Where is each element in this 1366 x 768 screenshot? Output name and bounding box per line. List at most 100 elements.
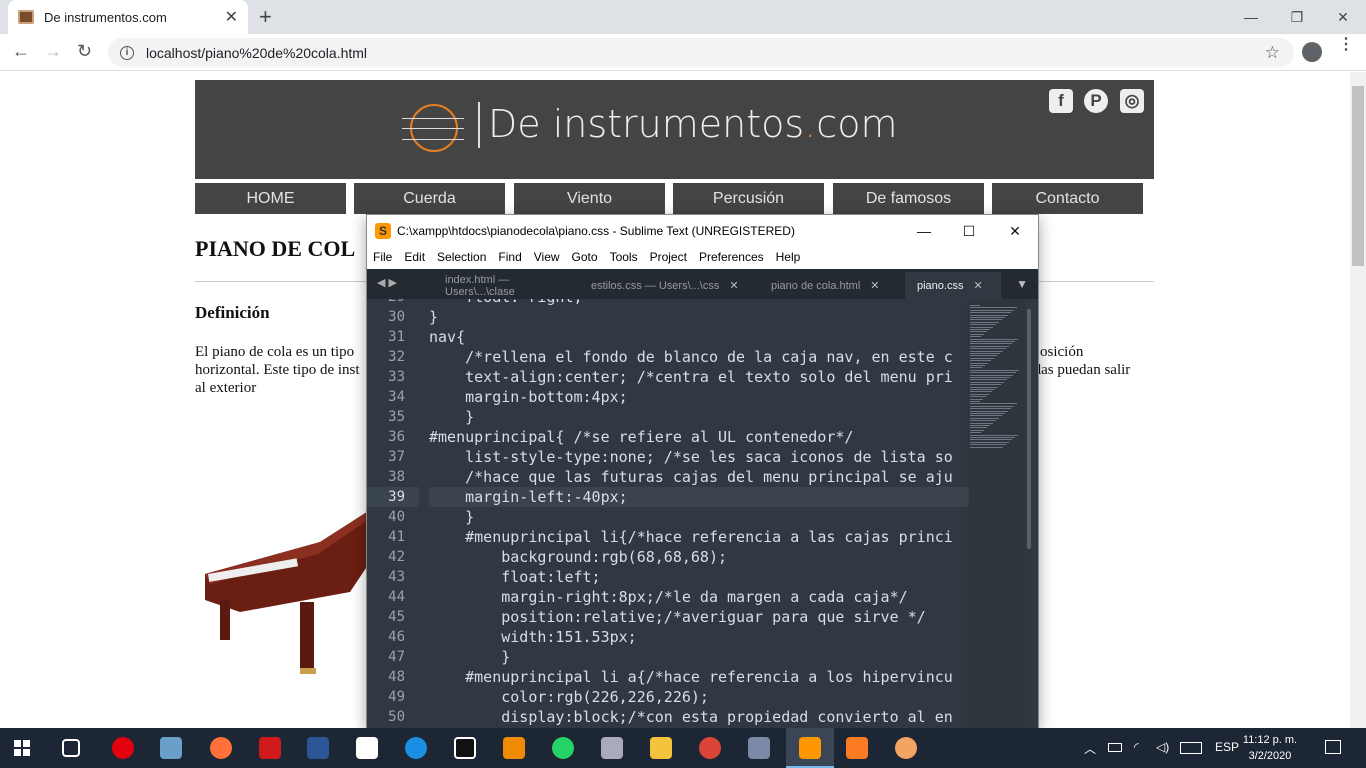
code-line[interactable]: float:left; xyxy=(429,567,969,587)
back-button[interactable]: ← xyxy=(12,41,30,62)
tab-nav-arrows-icon[interactable]: ◀ ▶ xyxy=(377,276,397,289)
forward-button[interactable]: → xyxy=(44,41,62,62)
nav-home[interactable]: HOME xyxy=(195,183,346,214)
tab-dropdown-icon[interactable]: ▼ xyxy=(1016,277,1028,291)
editor-tab-index-html[interactable]: index.html — Users\...\clase xyxy=(433,272,578,299)
code-line[interactable]: display:block;/*con esta propiedad convi… xyxy=(429,707,969,727)
sublime-titlebar[interactable]: S C:\xampp\htdocs\pianodecola\piano.css … xyxy=(367,215,1038,247)
code-line[interactable]: color:rgb(226,226,226); xyxy=(429,687,969,707)
profile-avatar-icon[interactable] xyxy=(1302,42,1322,62)
bwp-app-icon[interactable] xyxy=(748,737,770,759)
chrome-icon[interactable] xyxy=(699,737,721,759)
keyboard-icon[interactable] xyxy=(1180,742,1202,754)
code-line[interactable]: #menuprincipal li{/*hace referencia a la… xyxy=(429,527,969,547)
code-line[interactable]: } xyxy=(429,407,969,427)
address-bar[interactable]: i localhost/piano%20de%20cola.html ☆ xyxy=(108,38,1294,67)
nav-viento[interactable]: Viento xyxy=(514,183,665,214)
nav-cuerda[interactable]: Cuerda xyxy=(354,183,505,214)
code-line[interactable]: /*hace que las futuras cajas del menu pr… xyxy=(429,467,969,487)
tray-expand-icon[interactable]: ︿ xyxy=(1084,740,1096,757)
language-indicator[interactable]: ESP xyxy=(1215,740,1239,754)
code-line[interactable]: background:rgb(68,68,68); xyxy=(429,547,969,567)
sublime-maximize-button[interactable]: ☐ xyxy=(946,215,992,247)
editor-tab-piano-css[interactable]: piano.css ✕ xyxy=(905,272,1001,299)
page-scrollbar-thumb[interactable] xyxy=(1352,86,1364,266)
nav-percusion[interactable]: Percusión xyxy=(673,183,824,214)
code-line[interactable]: list-style-type:none; /*se les saca icon… xyxy=(429,447,969,467)
menu-edit[interactable]: Edit xyxy=(404,250,425,264)
menu-project[interactable]: Project xyxy=(650,250,687,264)
menu-tools[interactable]: Tools xyxy=(610,250,638,264)
menu-file[interactable]: File xyxy=(373,250,392,264)
battery-icon[interactable] xyxy=(1108,743,1122,752)
code-line[interactable]: nav{ xyxy=(429,327,969,347)
code-editor[interactable]: 29 30 31 32 33 34 35 36 37 38 39 40 41 42 43 44 45 46 47 48… xyxy=(367,299,1038,729)
window-close-button[interactable]: ✕ xyxy=(1320,0,1366,34)
bookmark-star-icon[interactable]: ☆ xyxy=(1265,43,1280,63)
volume-icon[interactable]: ◁) xyxy=(1156,740,1169,754)
nav-contacto[interactable]: Contacto xyxy=(992,183,1143,214)
tab-close-icon[interactable]: ✕ xyxy=(225,7,238,27)
paint-icon[interactable] xyxy=(160,737,182,759)
window-minimize-button[interactable]: — xyxy=(1228,0,1274,34)
code-line[interactable]: position:relative;/*averiguar para que s… xyxy=(429,607,969,627)
sublime-close-button[interactable]: ✕ xyxy=(992,215,1038,247)
nav-de-famosos[interactable]: De famosos xyxy=(833,183,984,214)
xampp-icon[interactable] xyxy=(846,737,868,759)
tab-close-icon[interactable]: ✕ xyxy=(870,279,879,292)
task-view-icon[interactable] xyxy=(62,739,80,757)
editor-tab-piano-de-cola[interactable]: piano de cola.html ✕ xyxy=(759,272,894,299)
wifi-icon[interactable]: ◜ xyxy=(1134,740,1139,754)
filezilla-icon[interactable] xyxy=(895,737,917,759)
menu-preferences[interactable]: Preferences xyxy=(699,250,764,264)
minimap[interactable] xyxy=(967,299,1025,729)
clock[interactable]: 11:12 p. m. 3/2/2020 xyxy=(1242,732,1298,764)
window-restore-button[interactable]: ❐ xyxy=(1274,0,1320,34)
opera-icon[interactable] xyxy=(112,737,134,759)
site-brand[interactable]: De instrumentos.com xyxy=(488,102,897,146)
editor-tab-estilos-css[interactable]: estilos.css — Users\...\css ✕ xyxy=(579,272,739,299)
mail-icon[interactable] xyxy=(356,737,378,759)
file-explorer-icon[interactable] xyxy=(650,737,672,759)
code-line[interactable]: margin-right:8px;/*le da margen a cada c… xyxy=(429,587,969,607)
sublime-minimize-button[interactable]: — xyxy=(901,215,947,247)
code-line[interactable]: text-align:center; /*centra el texto sol… xyxy=(429,367,969,387)
facebook-icon[interactable]: f xyxy=(1049,89,1073,113)
tab-close-icon[interactable]: ✕ xyxy=(973,279,982,292)
word-icon[interactable] xyxy=(307,737,329,759)
menu-find[interactable]: Find xyxy=(498,250,521,264)
code-line[interactable]: margin-left:-40px; xyxy=(429,487,969,507)
url-text[interactable]: localhost/piano%20de%20cola.html xyxy=(146,45,367,61)
firefox-icon[interactable] xyxy=(210,737,232,759)
notifications-icon[interactable] xyxy=(1325,740,1341,754)
acrobat-icon[interactable] xyxy=(259,737,281,759)
code-line[interactable]: #menuprincipal{ /*se refiere al UL conte… xyxy=(429,427,969,447)
code-line[interactable]: float: right; xyxy=(429,299,969,307)
vlc-icon[interactable] xyxy=(503,737,525,759)
menu-selection[interactable]: Selection xyxy=(437,250,486,264)
code-line[interactable]: } xyxy=(429,647,969,667)
instagram-icon[interactable]: ◎ xyxy=(1120,89,1144,113)
sublime-text-icon[interactable] xyxy=(799,737,821,759)
page-scrollbar[interactable] xyxy=(1350,72,1366,728)
menu-goto[interactable]: Goto xyxy=(572,250,598,264)
browser-menu-icon[interactable]: ⋮ xyxy=(1338,37,1354,53)
edge-icon[interactable] xyxy=(405,737,427,759)
reload-button[interactable]: ↻ xyxy=(77,41,92,62)
windows-start-icon[interactable] xyxy=(14,740,30,756)
tab-close-icon[interactable]: ✕ xyxy=(729,279,738,292)
control-panel-icon[interactable] xyxy=(601,737,623,759)
code-line[interactable]: margin-bottom:4px; xyxy=(429,387,969,407)
code-line[interactable]: #menuprincipal li a{/*hace referencia a … xyxy=(429,667,969,687)
pinterest-icon[interactable]: P xyxy=(1084,89,1108,113)
media-player-icon[interactable] xyxy=(454,737,476,759)
code-line[interactable]: } xyxy=(429,507,969,527)
code-line[interactable]: } xyxy=(429,307,969,327)
code-line[interactable]: width:151.53px; xyxy=(429,627,969,647)
menu-help[interactable]: Help xyxy=(776,250,801,264)
whatsapp-icon[interactable] xyxy=(552,737,574,759)
menu-view[interactable]: View xyxy=(534,250,560,264)
editor-scrollbar[interactable] xyxy=(1027,309,1031,549)
new-tab-button[interactable]: + xyxy=(259,4,272,30)
site-info-icon[interactable]: i xyxy=(120,45,134,60)
